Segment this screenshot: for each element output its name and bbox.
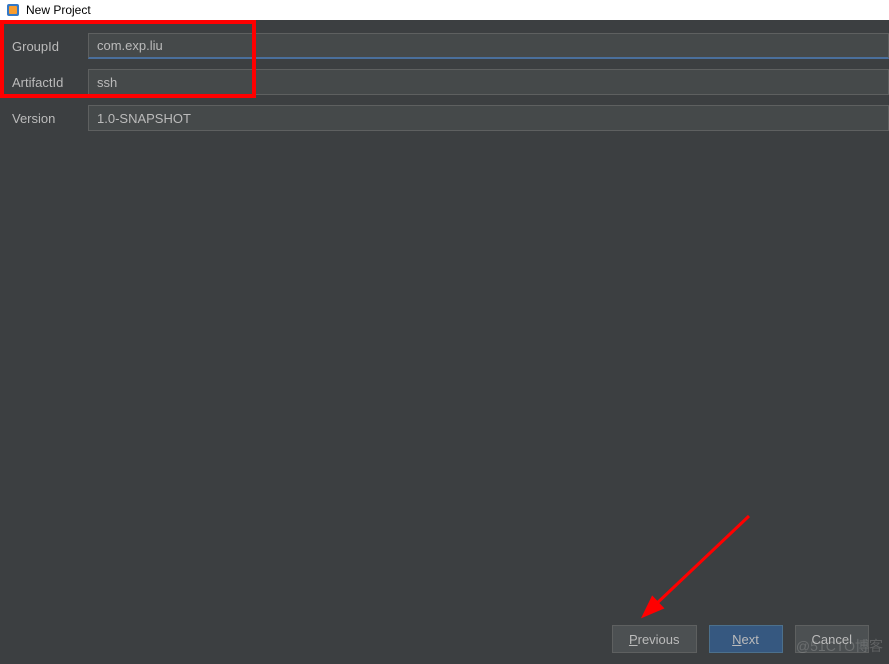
version-input[interactable] [88, 105, 889, 131]
main-form-area: GroupId ArtifactId Version [0, 20, 889, 614]
window-title-bar: New Project [0, 0, 889, 20]
previous-button-rest: revious [638, 632, 680, 647]
app-icon [6, 3, 20, 17]
group-id-input[interactable] [88, 33, 889, 59]
group-id-label: GroupId [6, 33, 88, 59]
version-label: Version [6, 105, 88, 131]
next-button-rest: ext [742, 632, 759, 647]
version-row: Version [6, 102, 889, 134]
cancel-button[interactable]: Cancel [795, 625, 869, 653]
artifact-id-row: ArtifactId [6, 66, 889, 98]
artifact-id-input[interactable] [88, 69, 889, 95]
wizard-button-bar: Previous Next Cancel [0, 614, 889, 664]
group-id-row: GroupId [6, 30, 889, 62]
previous-button[interactable]: Previous [612, 625, 697, 653]
artifact-id-label: ArtifactId [6, 69, 88, 95]
window-title: New Project [26, 3, 91, 17]
next-button[interactable]: Next [709, 625, 783, 653]
